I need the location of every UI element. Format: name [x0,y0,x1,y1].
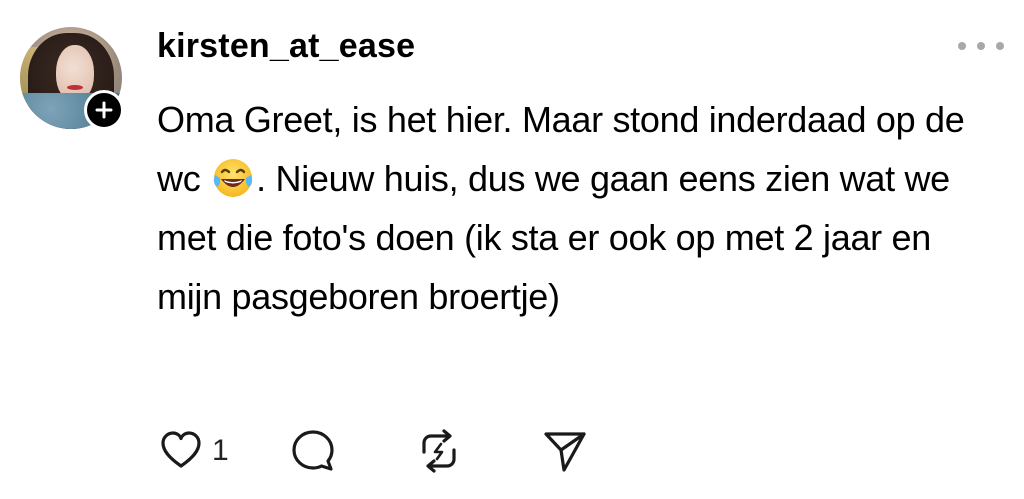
like-count: 1 [212,434,229,467]
follow-button[interactable] [84,90,124,130]
action-bar: 1 [160,427,588,475]
laughing-tears-emoji-icon [213,159,253,197]
share-button[interactable] [542,428,588,474]
repost-button[interactable] [416,428,462,474]
repost-icon [422,429,456,473]
post-text-part-2: . Nieuw huis, dus we gaan eens zien wat … [157,158,950,317]
like-button[interactable]: 1 [160,430,258,472]
plus-icon [95,101,113,119]
more-icon-dot [996,42,1004,50]
heart-icon [161,431,201,468]
more-icon-dot [958,42,966,50]
reply-button[interactable] [290,428,336,474]
more-icon-dot [977,42,985,50]
username[interactable]: kirsten_at_ease [157,26,415,66]
post-text: Oma Greet, is het hier. Maar stond inder… [157,90,992,326]
send-icon [544,432,586,472]
thread-post: kirsten_at_ease Oma Greet, is het hier. … [0,0,1024,499]
comment-icon [292,430,334,471]
more-options-button[interactable] [958,38,1004,54]
avatar-lips [67,85,83,90]
